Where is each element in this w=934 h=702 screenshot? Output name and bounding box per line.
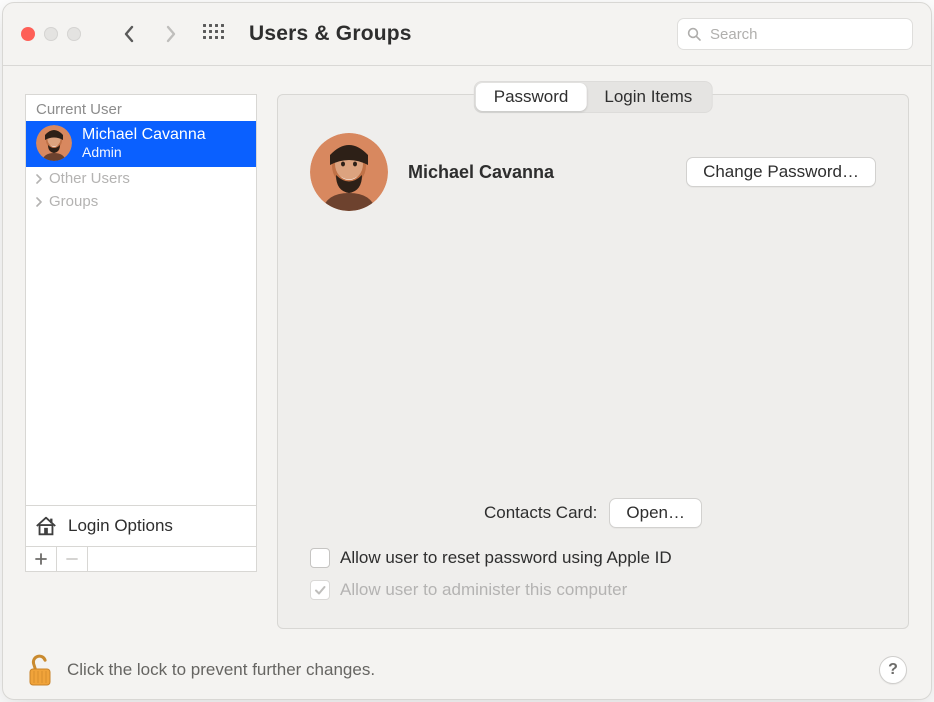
- allow-reset-apple-id-label: Allow user to reset password using Apple…: [340, 548, 672, 568]
- sidebar-item-other-users[interactable]: Other Users: [26, 167, 256, 190]
- allow-admin-checkbox: [310, 580, 330, 600]
- add-user-button[interactable]: [26, 547, 57, 571]
- checkmark-icon: [314, 584, 326, 596]
- zoom-window-button[interactable]: [67, 27, 81, 41]
- footer: Click the lock to prevent further change…: [3, 641, 931, 699]
- sidebar-item-label: Other Users: [49, 170, 130, 187]
- help-button[interactable]: ?: [879, 656, 907, 684]
- main-panel: Password Login Items: [277, 94, 909, 629]
- traffic-lights: [21, 27, 81, 41]
- user-meta: Michael Cavanna Admin: [82, 126, 206, 160]
- contacts-card-row: Contacts Card: Open…: [310, 498, 876, 528]
- sidebar-item-groups[interactable]: Groups: [26, 190, 256, 213]
- lock-icon[interactable]: [27, 654, 53, 686]
- avatar[interactable]: [310, 133, 388, 211]
- allow-admin-label: Allow user to administer this computer: [340, 580, 627, 600]
- allow-reset-apple-id-row: Allow user to reset password using Apple…: [310, 548, 876, 568]
- search-input[interactable]: [708, 25, 911, 44]
- sidebar: Current User: [25, 94, 257, 572]
- window-title: Users & Groups: [249, 22, 412, 46]
- user-name: Michael Cavanna: [82, 126, 206, 144]
- forward-button[interactable]: [163, 26, 179, 42]
- current-user-row[interactable]: Michael Cavanna Admin: [26, 121, 256, 167]
- preferences-window: Users & Groups Current User: [2, 2, 932, 700]
- chevron-right-icon: [34, 174, 43, 184]
- allow-reset-apple-id-checkbox[interactable]: [310, 548, 330, 568]
- main-inner: Michael Cavanna Change Password… Contact…: [278, 95, 908, 628]
- show-all-prefs-button[interactable]: [203, 24, 223, 44]
- add-remove-spacer: [88, 547, 256, 571]
- minimize-window-button[interactable]: [44, 27, 58, 41]
- change-password-button[interactable]: Change Password…: [686, 157, 876, 187]
- allow-admin-row: Allow user to administer this computer: [310, 580, 876, 600]
- profile-name: Michael Cavanna: [408, 162, 554, 183]
- search-icon: [686, 26, 702, 42]
- tab-login-items[interactable]: Login Items: [586, 83, 710, 111]
- contacts-card-label: Contacts Card:: [484, 503, 597, 523]
- tab-password[interactable]: Password: [476, 83, 587, 111]
- remove-user-button[interactable]: [57, 547, 88, 571]
- user-list: Current User: [25, 94, 257, 505]
- body: Current User: [3, 66, 931, 641]
- close-window-button[interactable]: [21, 27, 35, 41]
- open-contacts-button[interactable]: Open…: [609, 498, 702, 528]
- search-field[interactable]: [677, 18, 913, 50]
- lock-hint-text: Click the lock to prevent further change…: [67, 660, 375, 680]
- sidebar-item-label: Groups: [49, 193, 98, 210]
- chevron-right-icon: [34, 197, 43, 207]
- current-user-section-label: Current User: [26, 95, 256, 121]
- add-remove-bar: [25, 547, 257, 572]
- home-icon: [34, 514, 58, 538]
- titlebar: Users & Groups: [3, 3, 931, 66]
- nav-arrows: [121, 26, 179, 42]
- login-options-label: Login Options: [68, 516, 173, 536]
- user-avatar-small: [36, 125, 72, 161]
- login-options-button[interactable]: Login Options: [25, 505, 257, 547]
- user-role: Admin: [82, 144, 206, 160]
- back-button[interactable]: [121, 26, 137, 42]
- tab-segmented-control: Password Login Items: [474, 81, 713, 113]
- profile-row: Michael Cavanna Change Password…: [310, 133, 876, 211]
